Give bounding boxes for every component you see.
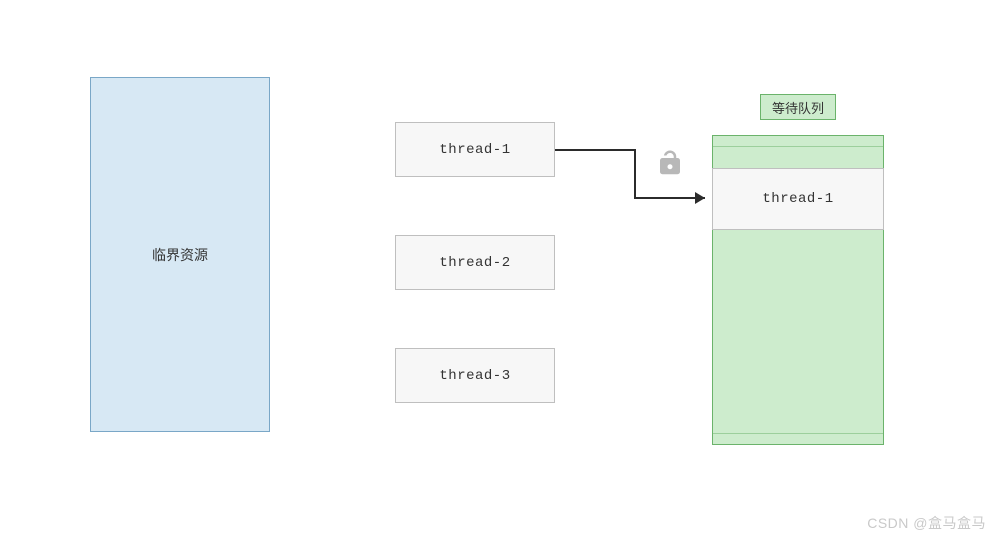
thread-3-label: thread-3	[439, 368, 510, 384]
queue-stripe-top	[713, 146, 883, 147]
waiting-queue-label-box: 等待队列	[760, 94, 836, 120]
arrow-thread1-to-queue	[555, 148, 720, 223]
queue-slot-1: thread-1	[712, 168, 884, 230]
queue-slot-1-label: thread-1	[762, 191, 833, 207]
waiting-queue-body: thread-1	[712, 135, 884, 445]
queue-stripe-bottom	[713, 433, 883, 434]
thread-box-3: thread-3	[395, 348, 555, 403]
waiting-queue-label: 等待队列	[772, 98, 824, 117]
watermark: CSDN @盒马盒马	[867, 513, 986, 533]
critical-resource-label: 临界资源	[152, 245, 208, 265]
thread-box-1: thread-1	[395, 122, 555, 177]
critical-resource-box: 临界资源	[90, 77, 270, 432]
unlock-icon	[655, 148, 685, 178]
thread-2-label: thread-2	[439, 255, 510, 271]
thread-box-2: thread-2	[395, 235, 555, 290]
watermark-text: CSDN @盒马盒马	[867, 515, 986, 531]
thread-1-label: thread-1	[439, 142, 510, 158]
